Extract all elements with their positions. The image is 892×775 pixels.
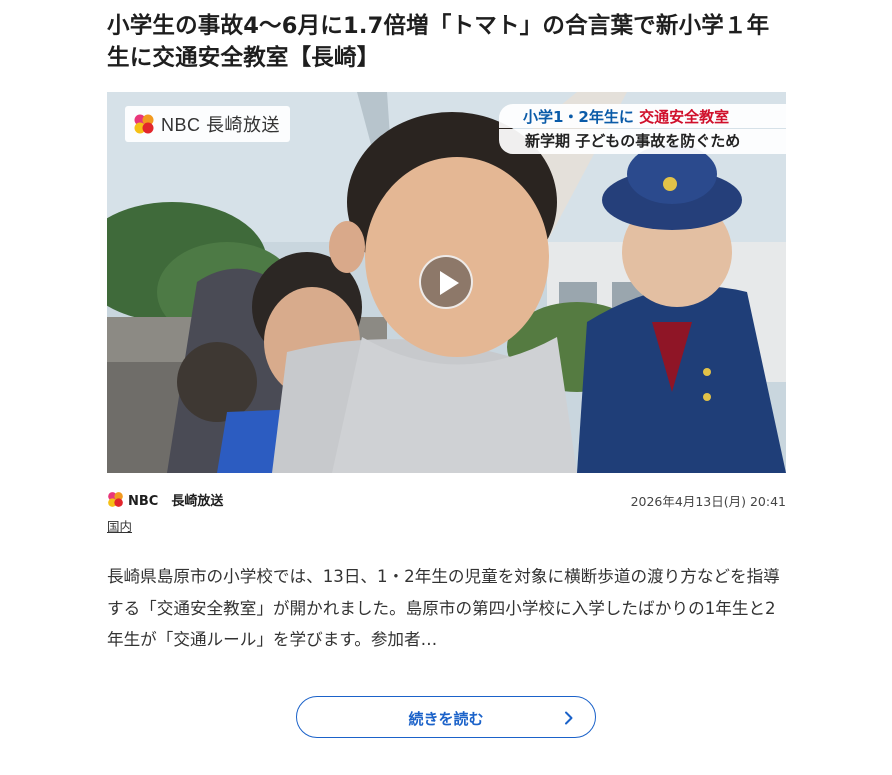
- watermark-text: NBC 長崎放送: [161, 115, 281, 135]
- article-summary: 長崎県島原市の小学校では、13日、1・2年生の児童を対象に横断歩道の渡り方などを…: [107, 567, 780, 649]
- read-more-button[interactable]: 続きを読む: [296, 696, 596, 738]
- publish-timestamp: 2026年4月13日(月) 20:41: [630, 494, 786, 509]
- play-button[interactable]: [419, 255, 473, 309]
- nbc-logo-icon: [108, 492, 123, 507]
- caption-line-1: 小学1・2年生に 交通安全教室: [499, 104, 786, 128]
- caption-prefix: 小学1・2年生に: [523, 108, 634, 126]
- video-thumbnail[interactable]: NBC 長崎放送 小学1・2年生に 交通安全教室 新学期 子どもの事故を防ぐため: [107, 92, 786, 473]
- video-caption: 小学1・2年生に 交通安全教室 新学期 子どもの事故を防ぐため: [499, 104, 786, 154]
- source-name: NBC 長崎放送: [128, 494, 224, 509]
- caption-highlight: 交通安全教室: [639, 108, 730, 126]
- nbc-logo-icon: [134, 114, 154, 134]
- category-link[interactable]: 国内: [107, 516, 132, 535]
- article-title: 小学生の事故4〜6月に1.7倍増「トマト」の合言葉で新小学１年生に交通安全教室【…: [107, 13, 770, 71]
- read-more-label: 続きを読む: [408, 710, 484, 728]
- play-icon: [440, 271, 459, 295]
- caption-line-2: 新学期 子どもの事故を防ぐため: [499, 129, 786, 154]
- article-meta: NBC 長崎放送 2026年4月13日(月) 20:41: [107, 490, 786, 510]
- chevron-right-icon: [565, 711, 573, 725]
- source-link[interactable]: NBC 長崎放送: [107, 490, 223, 509]
- broadcaster-watermark: NBC 長崎放送: [125, 106, 291, 142]
